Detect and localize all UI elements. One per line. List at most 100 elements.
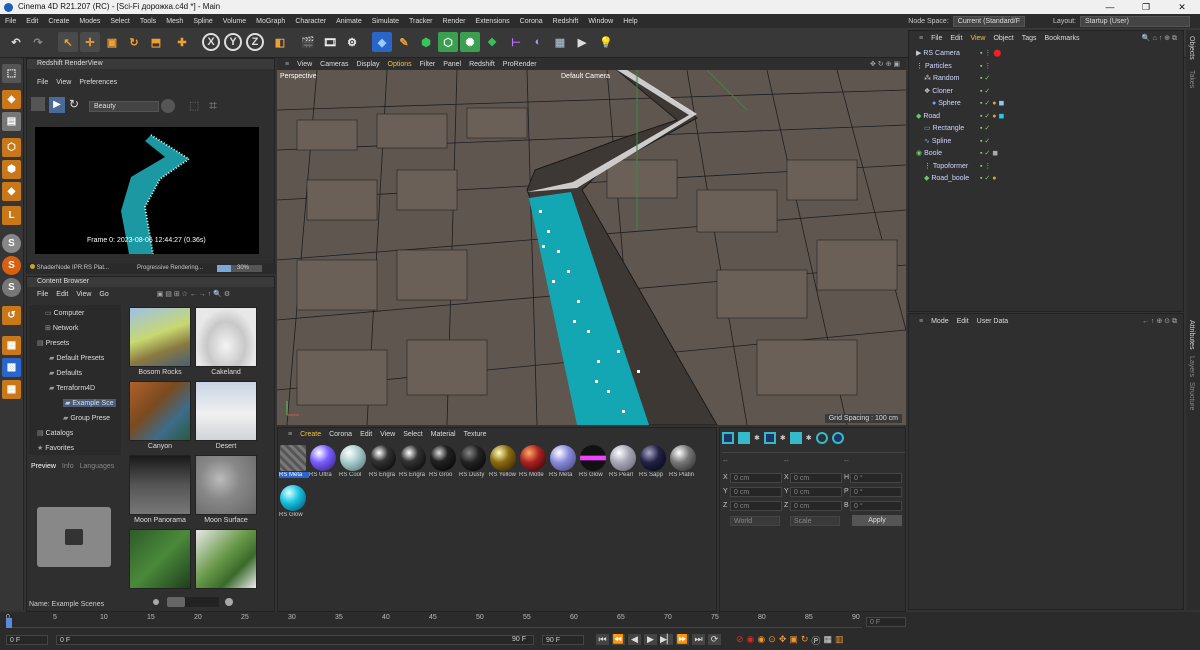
thumb-landscape[interactable] xyxy=(195,529,257,589)
visibility-toggles[interactable]: ▪ ⋮ ⬤ xyxy=(980,49,1008,59)
object-boole[interactable]: ◉ Boole xyxy=(916,148,942,160)
coordinate-space-dropdown[interactable]: World xyxy=(730,516,780,526)
aov-dropdown[interactable]: Beauty xyxy=(89,101,159,112)
floor-icon[interactable]: ▦ xyxy=(550,32,570,52)
thumb-desert[interactable] xyxy=(195,381,257,441)
vp-menu-filter[interactable]: Filter xyxy=(420,61,436,68)
tree-default-presets[interactable]: Default Presets xyxy=(56,355,104,362)
cube-icon[interactable]: ◆ xyxy=(372,32,392,52)
record-key-icon[interactable]: ◉ xyxy=(747,634,755,647)
axis-mode-icon[interactable]: L xyxy=(2,206,21,225)
param-key-icon[interactable]: Ⓟ xyxy=(811,634,820,647)
menu-render[interactable]: Render xyxy=(437,18,470,25)
om-menu-file[interactable]: File xyxy=(931,33,942,45)
object-rectangle[interactable]: ▭ Rectangle xyxy=(924,123,964,135)
material-swatch[interactable]: RS Yellow xyxy=(489,444,517,482)
subdivision-icon[interactable]: ⬢ xyxy=(416,32,436,52)
light-icon[interactable]: 💡 xyxy=(596,32,616,52)
rotation-p-field[interactable]: 0 ° xyxy=(850,487,902,497)
menu-modes[interactable]: Modes xyxy=(74,18,105,25)
tree-terraform4d[interactable]: Terraform4D xyxy=(56,385,95,392)
tree-presets[interactable]: Presets xyxy=(46,340,70,347)
ring-mode-icon[interactable] xyxy=(815,432,828,444)
material-swatch[interactable]: RS Engra xyxy=(399,444,427,482)
material-swatch[interactable]: RS Dusty xyxy=(459,444,487,482)
crop-icon[interactable]: ⌗ xyxy=(209,97,217,114)
redo-icon[interactable]: ↷ xyxy=(28,32,48,52)
snap-mode-icon[interactable] xyxy=(789,432,802,444)
menu-animate[interactable]: Animate xyxy=(331,18,367,25)
thumb-canyon[interactable] xyxy=(129,381,191,441)
position-key-icon[interactable]: ✥ xyxy=(779,634,787,647)
om-menu-view[interactable]: View xyxy=(970,33,985,45)
tab-languages[interactable]: Languages xyxy=(80,463,115,473)
go-to-start-icon[interactable]: ⏮ xyxy=(596,634,609,645)
position-z-field[interactable]: 0 cm xyxy=(730,501,782,511)
object-rs-camera[interactable]: ▶ RS Camera xyxy=(916,48,960,60)
bend-icon[interactable]: ⊢ xyxy=(506,32,526,52)
render-settings-icon[interactable]: ⚙ xyxy=(342,32,362,52)
object-topoformer[interactable]: ⋮ Topoformer xyxy=(924,161,968,173)
scale-tool-icon[interactable]: ▣ xyxy=(102,32,122,52)
material-swatch[interactable]: RS Engra xyxy=(369,444,397,482)
visibility-toggles[interactable]: ▪ ✓ xyxy=(980,124,1008,134)
node-space-dropdown[interactable]: Current (Standard/F xyxy=(952,15,1026,27)
om-menu-object[interactable]: Object xyxy=(993,33,1013,45)
size-z-field[interactable]: 0 cm xyxy=(790,501,842,511)
tree-catalogs[interactable]: Catalogs xyxy=(46,430,74,437)
preview-range-slider[interactable]: 0 F xyxy=(56,635,534,645)
vp-menu-display[interactable]: Display xyxy=(357,61,380,68)
rotation-key-icon[interactable]: ↻ xyxy=(801,634,809,647)
visibility-toggles[interactable]: ▪ ⋮ xyxy=(980,62,1008,72)
cloner-icon[interactable]: ❖ xyxy=(482,32,502,52)
tree-defaults[interactable]: Defaults xyxy=(56,370,82,377)
minimize-button[interactable]: — xyxy=(1092,0,1128,14)
object-road-boole[interactable]: ◆ Road_boole xyxy=(924,173,969,185)
workplane-icon[interactable]: S xyxy=(2,278,21,297)
attr-menu-icon[interactable]: ≡ xyxy=(919,316,923,328)
render-picture-viewer-icon[interactable]: 🎞 xyxy=(320,32,340,52)
object-cloner[interactable]: ❖ Cloner xyxy=(924,86,953,98)
material-swatch[interactable]: RS Sapp xyxy=(639,444,667,482)
object-road[interactable]: ◆ Road xyxy=(916,111,940,123)
object-sphere[interactable]: ● Sphere xyxy=(932,98,961,110)
vp-menu-cameras[interactable]: Cameras xyxy=(320,61,348,68)
material-swatch[interactable]: RS Meta xyxy=(279,444,309,482)
rotate-tool-icon[interactable]: ↻ xyxy=(124,32,144,52)
mm-menu-select[interactable]: Select xyxy=(403,429,422,441)
size-mode-dropdown[interactable]: Scale xyxy=(790,516,840,526)
refresh-icon[interactable]: ↻ xyxy=(69,97,79,111)
menu-tracker[interactable]: Tracker xyxy=(404,18,437,25)
position-x-field[interactable]: 0 cm xyxy=(730,473,782,483)
recent-tools-icon[interactable]: ⬒ xyxy=(146,32,166,52)
add-object-icon[interactable]: ✚ xyxy=(172,32,192,52)
rv-menu-view[interactable]: View xyxy=(56,77,71,89)
x-axis-icon[interactable]: X xyxy=(202,33,220,51)
object-particles[interactable]: ⋮ Particles xyxy=(916,61,952,73)
visibility-toggles[interactable]: ▪ ✓ xyxy=(980,87,1008,97)
material-swatch[interactable]: RS Molte xyxy=(519,444,547,482)
menu-spline[interactable]: Spline xyxy=(188,18,217,25)
ring-mode-alt-icon[interactable] xyxy=(831,432,844,444)
visibility-toggles[interactable]: ▪ ⋮ xyxy=(980,162,1008,172)
menu-file[interactable]: File xyxy=(0,18,21,25)
position-y-field[interactable]: 0 cm xyxy=(730,487,782,497)
tree-favorites[interactable]: Favorites xyxy=(45,445,74,452)
cb-menu-go[interactable]: Go xyxy=(99,289,108,301)
side-tab-takes[interactable]: Takes xyxy=(1188,70,1195,88)
end-frame-field[interactable]: 90 F xyxy=(542,635,584,645)
object-spline[interactable]: ∿ Spline xyxy=(924,136,951,148)
go-to-end-icon[interactable]: ⏭ xyxy=(692,634,705,645)
menu-mesh[interactable]: Mesh xyxy=(161,18,188,25)
mm-menu-corona[interactable]: Corona xyxy=(329,429,352,441)
material-swatch[interactable]: RS Glow xyxy=(279,484,307,522)
attr-menu-mode[interactable]: Mode xyxy=(931,316,949,328)
apply-button[interactable]: Apply xyxy=(852,515,902,526)
cb-menu-file[interactable]: File xyxy=(37,289,48,301)
rgb-icon[interactable] xyxy=(161,99,175,113)
om-menu-edit[interactable]: Edit xyxy=(950,33,962,45)
polygons-mode-icon[interactable]: ◆ xyxy=(2,182,21,201)
attr-menu-edit[interactable]: Edit xyxy=(957,316,969,328)
select-tool-icon[interactable]: ↖ xyxy=(58,32,78,52)
camera-icon[interactable]: ▶ xyxy=(572,32,592,52)
